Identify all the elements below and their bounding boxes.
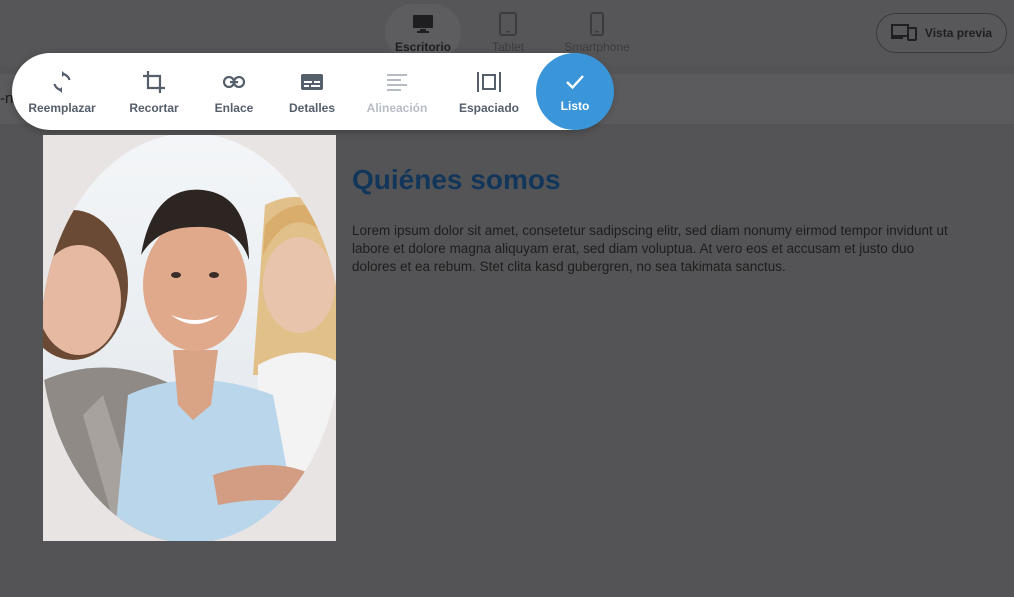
replace-icon	[52, 69, 72, 95]
link-button[interactable]: Enlace	[209, 53, 259, 130]
crop-label: Recortar	[129, 100, 179, 115]
team-photo-drawing	[43, 135, 336, 541]
done-button[interactable]: Listo	[536, 53, 614, 130]
crop-icon	[143, 69, 165, 95]
tablet-icon	[498, 12, 518, 36]
spacing-icon	[477, 69, 501, 95]
team-photo[interactable]	[43, 135, 336, 541]
done-label: Listo	[560, 98, 590, 113]
replace-label: Reemplazar	[28, 100, 96, 115]
details-button[interactable]: Detalles	[282, 53, 342, 130]
align-button: Alineación	[362, 53, 432, 130]
link-label: Enlace	[214, 100, 254, 115]
smartphone-icon	[589, 12, 605, 36]
align-icon	[387, 69, 407, 95]
crop-button[interactable]: Recortar	[124, 53, 184, 130]
details-icon	[301, 69, 323, 95]
section-body-text: Lorem ipsum dolor sit amet, consetetur s…	[352, 223, 948, 274]
link-icon	[223, 69, 245, 95]
spacing-label: Espaciado	[458, 100, 520, 115]
preview-button-label: Vista previa	[924, 26, 993, 40]
tab-smartphone[interactable]: Smartphone	[555, 4, 639, 60]
tab-tablet-label: Tablet	[491, 40, 525, 54]
tab-smartphone-label: Smartphone	[564, 40, 630, 54]
spacing-button[interactable]: Espaciado	[456, 53, 522, 130]
details-label: Detalles	[288, 100, 336, 115]
check-icon	[565, 71, 585, 93]
align-label: Alineación	[366, 100, 428, 115]
image-toolbar: Reemplazar Recortar Enlace Detalles Alin…	[12, 53, 612, 130]
desktop-icon	[411, 12, 435, 36]
preview-button[interactable]: Vista previa	[876, 13, 1007, 53]
responsive-devices-icon	[890, 23, 917, 44]
tab-desktop[interactable]: Escritorio	[385, 4, 461, 60]
replace-button[interactable]: Reemplazar	[28, 53, 96, 130]
section-heading: Quiénes somos	[352, 164, 561, 195]
tab-tablet[interactable]: Tablet	[461, 4, 555, 60]
tab-desktop-label: Escritorio	[394, 40, 451, 54]
device-tabs: Escritorio Tablet Smartphone	[385, 4, 639, 60]
